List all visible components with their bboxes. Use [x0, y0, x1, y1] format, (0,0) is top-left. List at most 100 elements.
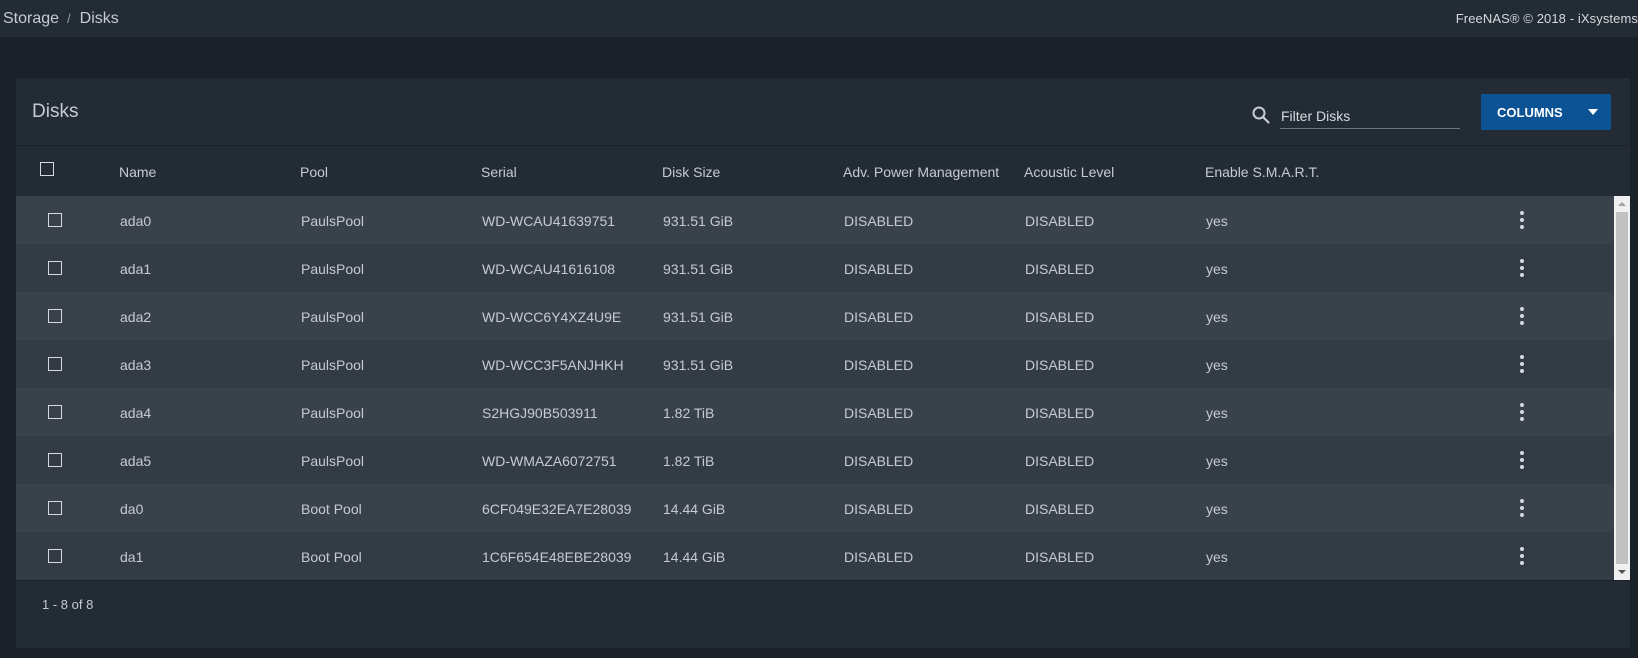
column-header-name[interactable]: Name — [119, 164, 156, 180]
filter-disks-input[interactable] — [1280, 100, 1460, 129]
kebab-dot — [1520, 211, 1524, 215]
cell-pool: PaulsPool — [301, 453, 365, 469]
cell-disk-size: 931.51 GiB — [663, 357, 734, 373]
kebab-dot — [1520, 225, 1524, 229]
cell-disk-size: 14.44 GiB — [663, 549, 726, 565]
more-vert-icon[interactable] — [1514, 402, 1530, 422]
cell-disk-size: 931.51 GiB — [663, 213, 734, 229]
row-checkbox[interactable] — [48, 261, 62, 275]
cell-serial: WD-WCC3F5ANJHKH — [482, 357, 624, 373]
cell-name: ada5 — [120, 453, 152, 469]
more-vert-icon[interactable] — [1514, 450, 1530, 470]
row-checkbox[interactable] — [48, 309, 62, 323]
cell-adv-power-management: DISABLED — [844, 405, 914, 421]
table-row[interactable]: da0 Boot Pool 6CF049E32EA7E28039 14.44 GiB D… — [16, 484, 1614, 532]
cell-enable-smart: yes — [1206, 405, 1228, 421]
cell-acoustic-level: DISABLED — [1025, 261, 1095, 277]
search-icon — [1252, 106, 1270, 124]
table-row[interactable]: ada3 PaulsPool WD-WCC3F5ANJHKH 931.51 GiB DI… — [16, 340, 1614, 388]
caret-down-icon — [1588, 109, 1598, 115]
row-checkbox[interactable] — [48, 405, 62, 419]
column-header-enable-smart[interactable]: Enable S.M.A.R.T. — [1205, 164, 1319, 180]
cell-serial: WD-WMAZA6072751 — [482, 453, 617, 469]
cell-pool: Boot Pool — [301, 501, 362, 517]
column-header-disk-size[interactable]: Disk Size — [662, 164, 720, 180]
kebab-dot — [1520, 355, 1524, 359]
column-header-pool[interactable]: Pool — [300, 164, 328, 180]
kebab-dot — [1520, 458, 1524, 462]
cell-enable-smart: yes — [1206, 357, 1228, 373]
filter-box — [1251, 100, 1476, 129]
table-footer: 1 - 8 of 8 — [16, 580, 1630, 630]
scrollbar-thumb[interactable] — [1616, 212, 1628, 564]
kebab-dot — [1520, 259, 1524, 263]
table-row[interactable]: da1 Boot Pool 1C6F654E48EBE28039 14.44 GiB D… — [16, 532, 1614, 580]
kebab-dot — [1520, 554, 1524, 558]
cell-acoustic-level: DISABLED — [1025, 405, 1095, 421]
table-row[interactable]: ada1 PaulsPool WD-WCAU41616108 931.51 GiB DI… — [16, 244, 1614, 292]
cell-serial: WD-WCC6Y4XZ4U9E — [482, 309, 622, 325]
row-checkbox[interactable] — [48, 549, 62, 563]
cell-adv-power-management: DISABLED — [844, 357, 914, 373]
cell-adv-power-management: DISABLED — [844, 309, 914, 325]
cell-enable-smart: yes — [1206, 549, 1228, 565]
row-checkbox[interactable] — [48, 501, 62, 515]
more-vert-icon[interactable] — [1514, 498, 1530, 518]
row-checkbox[interactable] — [48, 213, 62, 227]
cell-acoustic-level: DISABLED — [1025, 309, 1095, 325]
kebab-dot — [1520, 547, 1524, 551]
cell-disk-size: 14.44 GiB — [663, 501, 726, 517]
cell-serial: 1C6F654E48EBE28039 — [482, 549, 632, 565]
cell-enable-smart: yes — [1206, 501, 1228, 517]
column-header-acoustic-level[interactable]: Acoustic Level — [1024, 164, 1114, 180]
kebab-dot — [1520, 506, 1524, 510]
table-row[interactable]: ada0 PaulsPool WD-WCAU41639751 931.51 GiB DI… — [16, 196, 1614, 244]
select-all-checkbox[interactable] — [40, 162, 54, 176]
scroll-down-icon[interactable] — [1618, 570, 1626, 574]
cell-acoustic-level: DISABLED — [1025, 549, 1095, 565]
kebab-dot — [1520, 417, 1524, 421]
cell-adv-power-management: DISABLED — [844, 453, 914, 469]
more-vert-icon[interactable] — [1514, 306, 1530, 326]
cell-adv-power-management: DISABLED — [844, 549, 914, 565]
column-header-adv-power-management[interactable]: Adv. Power Management — [843, 164, 999, 180]
cell-name: da0 — [120, 501, 144, 517]
table-scrollbar[interactable] — [1614, 196, 1630, 580]
cell-adv-power-management: DISABLED — [844, 261, 914, 277]
table-header: Name Pool Serial Disk Size Adv. Power Ma… — [16, 147, 1630, 196]
cell-name: ada3 — [120, 357, 152, 373]
cell-pool: Boot Pool — [301, 549, 362, 565]
table-row[interactable]: ada2 PaulsPool WD-WCC6Y4XZ4U9E 931.51 GiB DI… — [16, 292, 1614, 340]
more-vert-icon[interactable] — [1514, 546, 1530, 566]
more-vert-icon[interactable] — [1514, 354, 1530, 374]
cell-pool: PaulsPool — [301, 261, 365, 277]
scroll-up-icon[interactable] — [1618, 202, 1626, 206]
row-checkbox[interactable] — [48, 357, 62, 371]
more-vert-icon[interactable] — [1514, 210, 1530, 230]
cell-enable-smart: yes — [1206, 213, 1228, 229]
cell-acoustic-level: DISABLED — [1025, 357, 1095, 373]
row-checkbox[interactable] — [48, 453, 62, 467]
cell-pool: PaulsPool — [301, 309, 365, 325]
paginator-range: 1 - 8 of 8 — [42, 597, 94, 612]
kebab-dot — [1520, 499, 1524, 503]
more-vert-icon[interactable] — [1514, 258, 1530, 278]
table-row[interactable]: ada4 PaulsPool S2HGJ90B503911 1.82 TiB DISAB… — [16, 388, 1614, 436]
cell-serial: WD-WCAU41616108 — [482, 261, 616, 277]
cell-name: ada0 — [120, 213, 152, 229]
cell-name: ada2 — [120, 309, 152, 325]
kebab-dot — [1520, 465, 1524, 469]
copyright-text[interactable]: FreeNAS® © 2018 - iXsystems — [1456, 11, 1638, 26]
cell-enable-smart: yes — [1206, 453, 1228, 469]
top-bar: Storage / Disks FreeNAS® © 2018 - iXsyst… — [0, 0, 1638, 37]
table-row[interactable]: ada5 PaulsPool WD-WMAZA6072751 1.82 TiB DISA… — [16, 436, 1614, 484]
kebab-dot — [1520, 451, 1524, 455]
column-header-serial[interactable]: Serial — [481, 164, 517, 180]
kebab-dot — [1520, 307, 1524, 311]
cell-name: ada1 — [120, 261, 152, 277]
cell-acoustic-level: DISABLED — [1025, 501, 1095, 517]
breadcrumb-storage-link[interactable]: Storage — [3, 10, 59, 28]
cell-enable-smart: yes — [1206, 309, 1228, 325]
cell-serial: S2HGJ90B503911 — [482, 405, 598, 421]
columns-button[interactable]: COLUMNS — [1481, 94, 1611, 130]
